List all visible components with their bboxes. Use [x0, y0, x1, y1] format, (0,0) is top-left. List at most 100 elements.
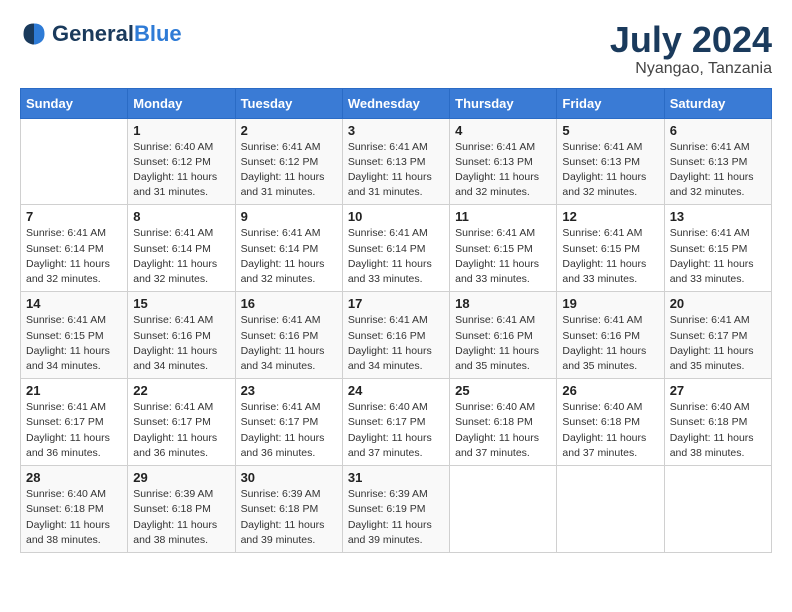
day-info: Sunrise: 6:41 AMSunset: 6:15 PMDaylight:… — [26, 313, 122, 374]
day-number: 6 — [670, 123, 766, 138]
day-info: Sunrise: 6:41 AMSunset: 6:16 PMDaylight:… — [562, 313, 658, 374]
day-info: Sunrise: 6:40 AMSunset: 6:18 PMDaylight:… — [455, 400, 551, 461]
calendar-cell: 17Sunrise: 6:41 AMSunset: 6:16 PMDayligh… — [342, 292, 449, 379]
calendar-cell: 7 Sunrise: 6:41 AMSunset: 6:14 PMDaylight… — [21, 205, 128, 292]
day-info: Sunrise: 6:41 AMSunset: 6:14 PMDaylight:… — [133, 226, 229, 287]
logo-icon — [20, 20, 48, 48]
day-number: 10 — [348, 209, 444, 224]
day-info: Sunrise: 6:41 AMSunset: 6:15 PMDaylight:… — [670, 226, 766, 287]
day-number: 29 — [133, 470, 229, 485]
day-number: 23 — [241, 383, 337, 398]
page-header: GeneralBlue July 2024 Nyangao, Tanzania — [20, 20, 772, 78]
calendar-cell: 15Sunrise: 6:41 AMSunset: 6:16 PMDayligh… — [128, 292, 235, 379]
day-number: 3 — [348, 123, 444, 138]
calendar-cell: 11 Sunrise: 6:41 AMSunset: 6:15 PMDayligh… — [450, 205, 557, 292]
calendar-cell: 16Sunrise: 6:41 AMSunset: 6:16 PMDayligh… — [235, 292, 342, 379]
calendar-cell: 12 Sunrise: 6:41 AMSunset: 6:15 PMDayligh… — [557, 205, 664, 292]
day-number: 14 — [26, 296, 122, 311]
day-info: Sunrise: 6:39 AMSunset: 6:18 PMDaylight:… — [241, 487, 337, 548]
day-info: Sunrise: 6:41 AMSunset: 6:14 PMDaylight:… — [26, 226, 122, 287]
day-number: 20 — [670, 296, 766, 311]
month-year-title: July 2024 — [610, 20, 772, 60]
day-number: 13 — [670, 209, 766, 224]
calendar-cell: 10 Sunrise: 6:41 AMSunset: 6:14 PMDayligh… — [342, 205, 449, 292]
day-number: 18 — [455, 296, 551, 311]
calendar-cell: 26Sunrise: 6:40 AMSunset: 6:18 PMDayligh… — [557, 379, 664, 466]
week-row-2: 7 Sunrise: 6:41 AMSunset: 6:14 PMDaylight… — [21, 205, 772, 292]
day-number: 1 — [133, 123, 229, 138]
day-info: Sunrise: 6:41 AMSunset: 6:16 PMDaylight:… — [348, 313, 444, 374]
header-row: SundayMondayTuesdayWednesdayThursdayFrid… — [21, 88, 772, 118]
day-number: 22 — [133, 383, 229, 398]
day-number: 11 — [455, 209, 551, 224]
calendar-cell: 22 Sunrise: 6:41 AMSunset: 6:17 PMDayligh… — [128, 379, 235, 466]
day-info: Sunrise: 6:40 AMSunset: 6:17 PMDaylight:… — [348, 400, 444, 461]
day-info: Sunrise: 6:41 AMSunset: 6:15 PMDaylight:… — [455, 226, 551, 287]
day-number: 8 — [133, 209, 229, 224]
calendar-cell: 24 Sunrise: 6:40 AMSunset: 6:17 PMDayligh… — [342, 379, 449, 466]
day-number: 25 — [455, 383, 551, 398]
week-row-1: 1 Sunrise: 6:40 AMSunset: 6:12 PMDaylight… — [21, 118, 772, 205]
day-info: Sunrise: 6:41 AMSunset: 6:14 PMDaylight:… — [348, 226, 444, 287]
calendar-body: 1 Sunrise: 6:40 AMSunset: 6:12 PMDaylight… — [21, 118, 772, 552]
day-info: Sunrise: 6:40 AMSunset: 6:18 PMDaylight:… — [670, 400, 766, 461]
location-subtitle: Nyangao, Tanzania — [610, 60, 772, 78]
calendar-cell: 2 Sunrise: 6:41 AMSunset: 6:12 PMDaylight… — [235, 118, 342, 205]
day-number: 7 — [26, 209, 122, 224]
header-day-saturday: Saturday — [664, 88, 771, 118]
calendar-table: SundayMondayTuesdayWednesdayThursdayFrid… — [20, 88, 772, 553]
calendar-cell: 25 Sunrise: 6:40 AMSunset: 6:18 PMDayligh… — [450, 379, 557, 466]
day-number: 24 — [348, 383, 444, 398]
week-row-3: 14 Sunrise: 6:41 AMSunset: 6:15 PMDayligh… — [21, 292, 772, 379]
calendar-header: SundayMondayTuesdayWednesdayThursdayFrid… — [21, 88, 772, 118]
day-info: Sunrise: 6:41 AMSunset: 6:17 PMDaylight:… — [133, 400, 229, 461]
header-day-monday: Monday — [128, 88, 235, 118]
calendar-cell: 4Sunrise: 6:41 AMSunset: 6:13 PMDaylight… — [450, 118, 557, 205]
header-day-friday: Friday — [557, 88, 664, 118]
day-number: 30 — [241, 470, 337, 485]
header-day-tuesday: Tuesday — [235, 88, 342, 118]
day-number: 9 — [241, 209, 337, 224]
logo: GeneralBlue — [20, 20, 182, 48]
calendar-cell: 18Sunrise: 6:41 AMSunset: 6:16 PMDayligh… — [450, 292, 557, 379]
day-info: Sunrise: 6:41 AMSunset: 6:13 PMDaylight:… — [455, 140, 551, 201]
day-info: Sunrise: 6:39 AMSunset: 6:19 PMDaylight:… — [348, 487, 444, 548]
day-number: 31 — [348, 470, 444, 485]
calendar-cell — [21, 118, 128, 205]
title-block: July 2024 Nyangao, Tanzania — [610, 20, 772, 78]
calendar-cell: 14 Sunrise: 6:41 AMSunset: 6:15 PMDayligh… — [21, 292, 128, 379]
calendar-cell: 5Sunrise: 6:41 AMSunset: 6:13 PMDaylight… — [557, 118, 664, 205]
day-info: Sunrise: 6:39 AMSunset: 6:18 PMDaylight:… — [133, 487, 229, 548]
calendar-cell: 3 Sunrise: 6:41 AMSunset: 6:13 PMDaylight… — [342, 118, 449, 205]
week-row-4: 21 Sunrise: 6:41 AMSunset: 6:17 PMDayligh… — [21, 379, 772, 466]
calendar-cell — [664, 466, 771, 553]
day-number: 21 — [26, 383, 122, 398]
calendar-cell: 31 Sunrise: 6:39 AMSunset: 6:19 PMDayligh… — [342, 466, 449, 553]
day-info: Sunrise: 6:41 AMSunset: 6:15 PMDaylight:… — [562, 226, 658, 287]
calendar-cell: 30 Sunrise: 6:39 AMSunset: 6:18 PMDayligh… — [235, 466, 342, 553]
day-info: Sunrise: 6:41 AMSunset: 6:17 PMDaylight:… — [241, 400, 337, 461]
day-info: Sunrise: 6:41 AMSunset: 6:16 PMDaylight:… — [241, 313, 337, 374]
day-number: 12 — [562, 209, 658, 224]
day-number: 27 — [670, 383, 766, 398]
day-number: 15 — [133, 296, 229, 311]
day-info: Sunrise: 6:41 AMSunset: 6:13 PMDaylight:… — [348, 140, 444, 201]
calendar-cell: 29 Sunrise: 6:39 AMSunset: 6:18 PMDayligh… — [128, 466, 235, 553]
day-info: Sunrise: 6:41 AMSunset: 6:12 PMDaylight:… — [241, 140, 337, 201]
day-info: Sunrise: 6:40 AMSunset: 6:12 PMDaylight:… — [133, 140, 229, 201]
calendar-cell: 20Sunrise: 6:41 AMSunset: 6:17 PMDayligh… — [664, 292, 771, 379]
day-number: 5 — [562, 123, 658, 138]
calendar-cell: 28Sunrise: 6:40 AMSunset: 6:18 PMDayligh… — [21, 466, 128, 553]
header-day-wednesday: Wednesday — [342, 88, 449, 118]
calendar-cell: 23 Sunrise: 6:41 AMSunset: 6:17 PMDayligh… — [235, 379, 342, 466]
day-number: 26 — [562, 383, 658, 398]
calendar-cell: 9 Sunrise: 6:41 AMSunset: 6:14 PMDaylight… — [235, 205, 342, 292]
day-number: 19 — [562, 296, 658, 311]
calendar-cell: 21 Sunrise: 6:41 AMSunset: 6:17 PMDayligh… — [21, 379, 128, 466]
calendar-cell — [557, 466, 664, 553]
day-info: Sunrise: 6:41 AMSunset: 6:14 PMDaylight:… — [241, 226, 337, 287]
calendar-cell — [450, 466, 557, 553]
logo-blue-text: Blue — [134, 21, 182, 46]
day-number: 2 — [241, 123, 337, 138]
day-info: Sunrise: 6:41 AMSunset: 6:17 PMDaylight:… — [26, 400, 122, 461]
